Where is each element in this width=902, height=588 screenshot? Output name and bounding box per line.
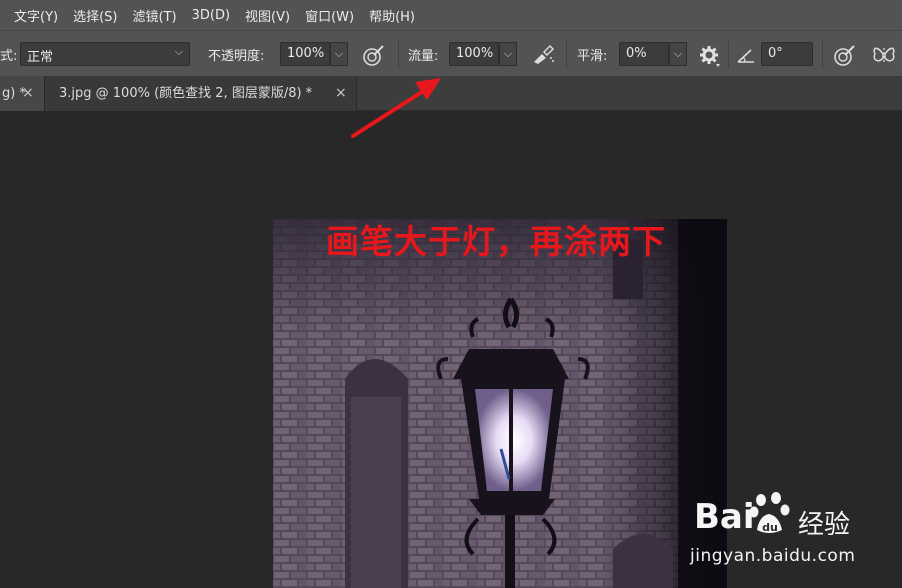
smoothing-dropdown-chevron-icon[interactable]: ⌵: [669, 42, 687, 66]
tab-document-1[interactable]: g) * ×: [0, 76, 44, 111]
watermark-url: jingyan.baidu.com: [690, 546, 856, 566]
flow-label: 流量:: [408, 49, 439, 64]
mode-value: 正常: [27, 50, 54, 65]
menu-3d[interactable]: 3D(D): [192, 8, 230, 23]
pressure-size-icon[interactable]: [831, 42, 857, 68]
angle-icon: [737, 49, 754, 63]
watermark-brand-suffix: 经验: [798, 510, 851, 540]
mode-select[interactable]: 正常 ⌵: [20, 42, 190, 66]
menu-select[interactable]: 选择(S): [73, 6, 117, 25]
annotation-arrow-icon: [351, 78, 441, 138]
opacity-value: 100%: [287, 46, 325, 61]
svg-text:du: du: [762, 521, 778, 534]
opacity-input[interactable]: 100%: [280, 42, 330, 66]
close-icon[interactable]: ×: [22, 76, 34, 111]
menu-type[interactable]: 文字(Y): [14, 6, 58, 25]
baidu-paw-logo-icon: du: [749, 492, 790, 534]
tab-label: 3.jpg @ 100% (颜色查找 2, 图层蒙版/8) *: [59, 86, 313, 101]
divider: [728, 39, 729, 69]
divider: [822, 39, 823, 69]
document-tab-bar: g) * × 3.jpg @ 100% (颜色查找 2, 图层蒙版/8) * ×: [0, 76, 902, 111]
menu-bar: 文字(Y) 选择(S) 滤镜(T) 3D(D) 视图(V) 窗口(W) 帮助(H…: [0, 0, 902, 30]
angle-input[interactable]: 0°: [761, 42, 813, 66]
flow-value: 100%: [456, 46, 494, 61]
symmetry-butterfly-icon[interactable]: [871, 42, 897, 68]
smoothing-value: 0%: [626, 46, 647, 61]
instruction-annotation: 画笔大于灯，再涂两下: [326, 222, 666, 261]
airbrush-icon[interactable]: [530, 42, 556, 68]
menu-help[interactable]: 帮助(H): [369, 6, 415, 25]
opacity-dropdown-chevron-icon[interactable]: ⌵: [330, 42, 348, 66]
tab-document-2[interactable]: 3.jpg @ 100% (颜色查找 2, 图层蒙版/8) * ×: [44, 76, 357, 111]
chevron-down-icon: ⌵: [174, 45, 183, 58]
smoothing-label: 平滑:: [577, 49, 608, 64]
flow-input[interactable]: 100%: [449, 42, 499, 66]
menu-window[interactable]: 窗口(W): [305, 6, 354, 25]
opacity-label: 不透明度:: [208, 49, 265, 64]
watermark-brand: Bai: [694, 497, 755, 537]
mode-label: 式:: [0, 49, 18, 64]
canvas-photo-image[interactable]: [273, 219, 727, 588]
options-bar: 式: 正常 ⌵ 不透明度: 100% ⌵ 流量: 100% ⌵ 平滑: 0% ⌵: [0, 30, 902, 76]
pressure-opacity-icon[interactable]: [360, 42, 386, 68]
menu-view[interactable]: 视图(V): [245, 6, 290, 25]
menu-filter[interactable]: 滤镜(T): [133, 6, 177, 25]
smoothing-input[interactable]: 0%: [619, 42, 669, 66]
flow-dropdown-chevron-icon[interactable]: ⌵: [499, 42, 517, 66]
divider: [566, 39, 567, 69]
settings-gear-icon[interactable]: [697, 42, 723, 68]
divider: [398, 39, 399, 69]
angle-value: 0°: [768, 46, 783, 61]
